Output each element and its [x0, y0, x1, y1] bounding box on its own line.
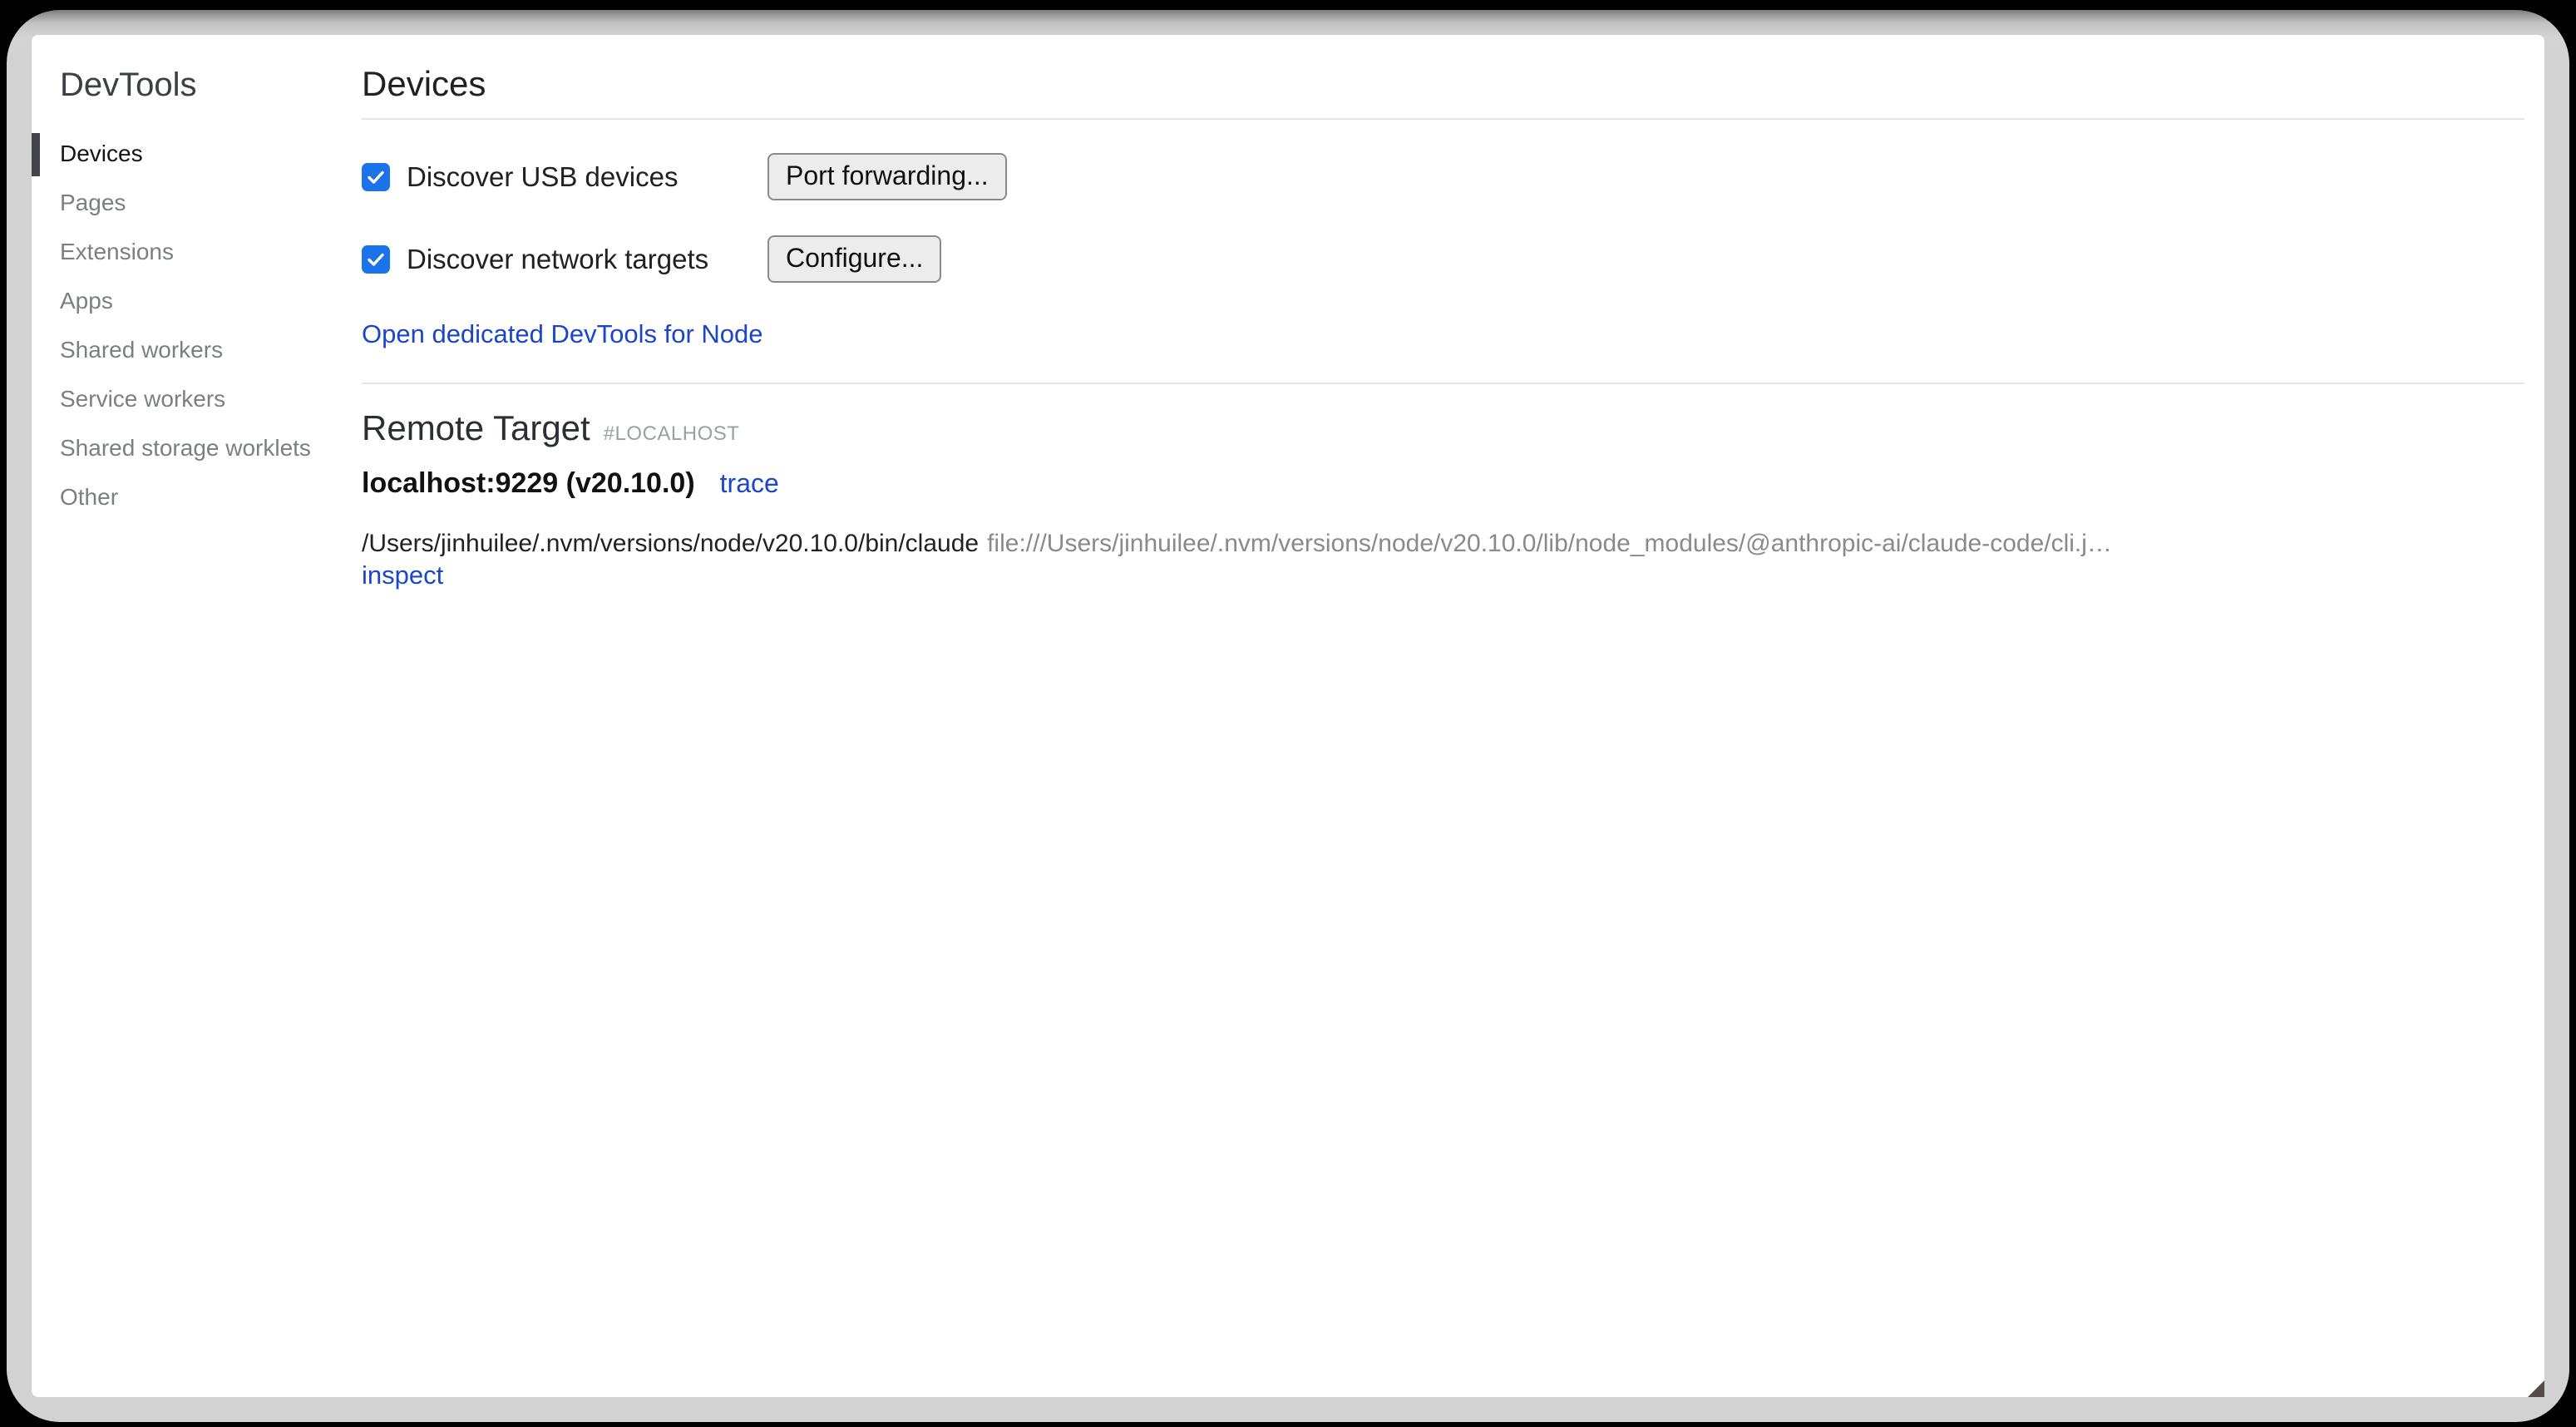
- main-panel: Devices Discover USB devices Port forwar…: [362, 35, 2544, 1397]
- network-row: Discover network targets Configure...: [362, 235, 2524, 283]
- inspect-link[interactable]: inspect: [362, 560, 443, 590]
- port-forwarding-button[interactable]: Port forwarding...: [767, 153, 1007, 200]
- page-title: Devices: [362, 63, 2524, 105]
- open-node-devtools-link[interactable]: Open dedicated DevTools for Node: [362, 319, 763, 349]
- discover-network-label: Discover network targets: [407, 244, 708, 275]
- file-url: file:///Users/jinhuilee/.nvm/versions/no…: [987, 530, 2112, 557]
- inspect-page: DevTools Devices Pages Extensions Apps S…: [32, 35, 2544, 1397]
- usb-label-group: Discover USB devices: [362, 161, 767, 193]
- sidebar-item-devices[interactable]: Devices: [60, 141, 362, 166]
- sidebar-nav: Devices Pages Extensions Apps Shared wor…: [60, 141, 362, 510]
- target-detail: /Users/jinhuilee/.nvm/versions/node/v20.…: [362, 528, 2374, 592]
- discover-usb-checkbox[interactable]: [362, 163, 390, 191]
- checkmark-icon: [366, 249, 386, 269]
- sidebar-item-shared-storage-worklets[interactable]: Shared storage worklets: [60, 436, 362, 461]
- sidebar-item-apps[interactable]: Apps: [60, 289, 362, 314]
- trace-link[interactable]: trace: [720, 468, 779, 499]
- target-row: localhost:9229 (v20.10.0) trace: [362, 467, 2524, 500]
- sidebar-item-other[interactable]: Other: [60, 485, 362, 510]
- remote-target-section: Remote Target #LOCALHOST localhost:9229 …: [362, 384, 2524, 592]
- localhost-badge: #LOCALHOST: [604, 422, 740, 446]
- sidebar: DevTools Devices Pages Extensions Apps S…: [32, 35, 362, 1397]
- discover-network-checkbox[interactable]: [362, 245, 390, 274]
- sidebar-item-shared-workers[interactable]: Shared workers: [60, 338, 362, 363]
- network-label-group: Discover network targets: [362, 244, 767, 275]
- sidebar-item-pages[interactable]: Pages: [60, 190, 362, 215]
- remote-target-title: Remote Target: [362, 407, 590, 449]
- resize-handle-icon[interactable]: [2528, 1380, 2544, 1397]
- discover-usb-label: Discover USB devices: [407, 161, 678, 193]
- discovery-controls: Discover USB devices Port forwarding... …: [362, 120, 2524, 383]
- sidebar-item-service-workers[interactable]: Service workers: [60, 387, 362, 412]
- sidebar-item-extensions[interactable]: Extensions: [60, 239, 362, 264]
- remote-heading-row: Remote Target #LOCALHOST: [362, 407, 2524, 449]
- app-window: DevTools Devices Pages Extensions Apps S…: [7, 10, 2569, 1422]
- usb-row: Discover USB devices Port forwarding...: [362, 153, 2524, 200]
- target-name: localhost:9229 (v20.10.0): [362, 467, 695, 500]
- devtools-title: DevTools: [60, 65, 362, 105]
- process-path: /Users/jinhuilee/.nvm/versions/node/v20.…: [362, 530, 979, 557]
- checkmark-icon: [366, 167, 386, 187]
- configure-button[interactable]: Configure...: [767, 235, 941, 283]
